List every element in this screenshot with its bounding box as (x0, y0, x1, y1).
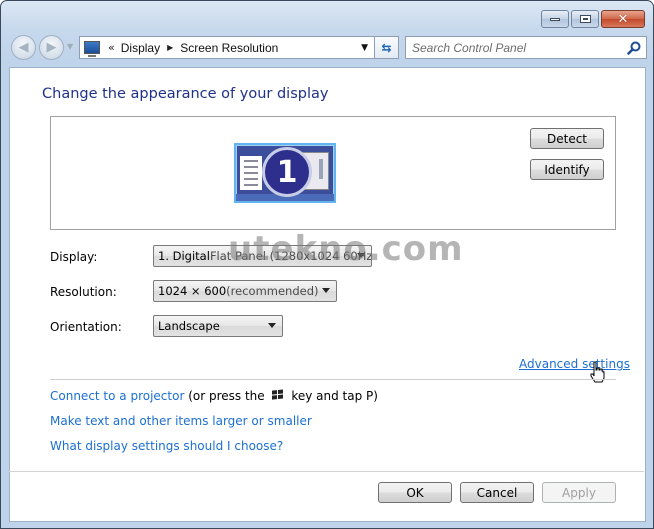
address-bar[interactable]: « Display ▶ Screen Resolution ▼ (79, 36, 375, 59)
search-input[interactable] (412, 40, 622, 55)
resolution-select-value: 1024 × 600 (158, 284, 227, 298)
cancel-button[interactable]: Cancel (460, 482, 534, 503)
forward-arrow-icon: ▶ (46, 40, 57, 55)
projector-hint-post: key and tap P) (291, 389, 378, 403)
page-title: Change the appearance of your display (42, 86, 329, 102)
resolution-label: Resolution: (50, 285, 117, 299)
navigation-bar: ◀ ▶ ▼ « Display ▶ Screen Resolution ▼ ⇆ (9, 34, 647, 60)
address-history-dropdown[interactable]: ▼ (361, 43, 368, 53)
breadcrumb-overflow-button[interactable]: « (108, 41, 115, 54)
projector-hint-pre: (or press the (188, 389, 265, 403)
display-control-panel-icon (84, 41, 100, 57)
identify-button[interactable]: Identify (530, 159, 604, 180)
monitor-number-badge: 1 (262, 147, 312, 197)
ok-button[interactable]: OK (378, 482, 452, 503)
breadcrumb-display[interactable]: Display (121, 41, 160, 55)
search-box[interactable] (405, 36, 647, 59)
display-select-value-rest: Flat Panel (1280x1024 60Hz) (209, 249, 372, 263)
orientation-select[interactable]: Landscape (153, 315, 283, 337)
forward-button[interactable]: ▶ (39, 35, 64, 60)
orientation-select-value: Landscape (158, 319, 220, 333)
minimize-button[interactable] (541, 10, 569, 28)
search-icon[interactable] (627, 41, 641, 55)
refresh-button[interactable]: ⇆ (375, 36, 399, 59)
projector-row: Connect to a projector (or press the key… (50, 389, 378, 403)
chevron-down-icon (357, 253, 365, 258)
maximize-button[interactable] (571, 10, 599, 28)
footer-divider (9, 471, 644, 472)
back-button[interactable]: ◀ (11, 35, 36, 60)
back-arrow-icon: ◀ (18, 40, 29, 55)
breadcrumb-arrow-icon[interactable]: ▶ (167, 43, 173, 52)
minimize-icon (550, 17, 560, 21)
text-size-link[interactable]: Make text and other items larger or smal… (50, 414, 312, 428)
resolution-select[interactable]: 1024 × 600 (recommended) (153, 280, 337, 302)
display-help-row: What display settings should I choose? (50, 439, 283, 453)
advanced-settings-link[interactable]: Advanced settings (519, 357, 630, 371)
orientation-label: Orientation: (50, 320, 122, 334)
detect-button[interactable]: Detect (530, 128, 604, 149)
windows-logo-icon (271, 389, 285, 401)
display-help-link[interactable]: What display settings should I choose? (50, 439, 283, 453)
display-select[interactable]: 1. Digital Flat Panel (1280x1024 60Hz) (153, 245, 372, 267)
connect-projector-link[interactable]: Connect to a projector (50, 389, 184, 403)
chevron-down-icon (268, 323, 276, 328)
recent-pages-dropdown[interactable]: ▼ (67, 42, 73, 51)
breadcrumb-screen-resolution[interactable]: Screen Resolution (180, 41, 278, 55)
monitor-1-thumbnail[interactable]: 1 (234, 143, 336, 203)
thumbnail-window-left (240, 156, 262, 190)
chevron-down-icon (322, 288, 330, 293)
close-icon: ✕ (617, 11, 629, 27)
refresh-icon: ⇆ (381, 40, 392, 55)
window-controls: ✕ (541, 10, 645, 28)
resolution-select-value-rest: (recommended) (226, 284, 319, 298)
display-label: Display: (50, 250, 98, 264)
maximize-icon (579, 15, 591, 23)
section-divider (50, 379, 616, 380)
display-select-value: 1. Digital (158, 249, 210, 263)
text-size-row: Make text and other items larger or smal… (50, 414, 312, 428)
close-button[interactable]: ✕ (601, 10, 645, 28)
apply-button[interactable]: Apply (542, 482, 616, 503)
